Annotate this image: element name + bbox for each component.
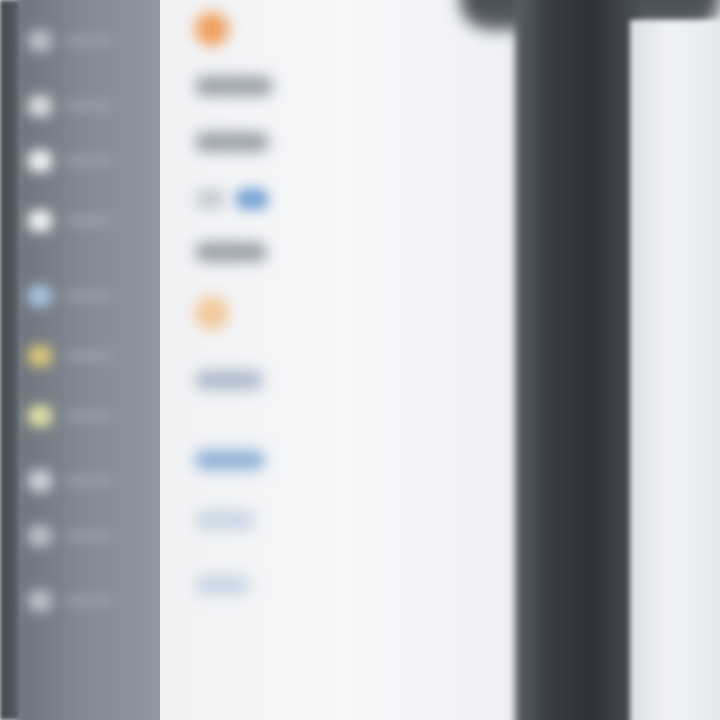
app-icon [28,285,52,307]
item-icon [195,296,229,330]
sidebar-item-label-placeholder [64,101,112,111]
item-icon [195,12,229,46]
app-icon [28,150,52,172]
list-item[interactable] [195,370,263,390]
item-label-placeholder [195,242,267,262]
item-label-placeholder [195,189,225,209]
sidebar-item[interactable] [28,405,112,427]
blurred-device-scene [0,0,720,720]
item-label-placeholder [195,450,265,470]
list-item[interactable] [195,575,250,595]
list-item[interactable] [195,12,229,46]
sidebar-item[interactable] [28,470,112,492]
item-label-placeholder [195,575,250,595]
item-label-placeholder [195,132,269,152]
sidebar-item[interactable] [28,345,112,367]
item-label-placeholder [195,76,273,96]
app-icon [28,95,52,117]
sidebar-item-label-placeholder [64,216,112,226]
item-badge [235,188,269,210]
list-item[interactable] [195,450,265,470]
sidebar-item-label-placeholder [64,291,112,301]
sidebar-item-label-placeholder [64,476,112,486]
list-item[interactable] [195,132,269,152]
sidebar-item-label-placeholder [64,36,112,46]
sidebar-item[interactable] [28,95,112,117]
sidebar-item[interactable] [28,30,112,52]
list-item[interactable] [195,76,273,96]
app-icon [28,345,52,367]
sidebar-item-label-placeholder [64,156,112,166]
sidebar-item-label-placeholder [64,411,112,421]
list-item[interactable] [195,188,269,210]
app-icon [28,210,52,232]
app-icon [28,590,52,612]
sidebar-item[interactable] [28,150,112,172]
app-icon [28,405,52,427]
list-item[interactable] [195,510,255,530]
list-item[interactable] [195,242,267,262]
list-panel [160,0,530,720]
sidebar-item-label-placeholder [64,531,112,541]
item-label-placeholder [195,370,263,390]
right-background [630,20,720,720]
app-icon [28,525,52,547]
sidebar-item[interactable] [28,210,112,232]
sidebar-item[interactable] [28,525,112,547]
sidebar-item-label-placeholder [64,596,112,606]
device-frame [515,0,640,720]
list-item[interactable] [195,296,229,330]
sidebar-item[interactable] [28,590,112,612]
item-label-placeholder [195,510,255,530]
sidebar-item-label-placeholder [64,351,112,361]
sidebar-item[interactable] [28,285,112,307]
app-icon [28,30,52,52]
app-icon [28,470,52,492]
